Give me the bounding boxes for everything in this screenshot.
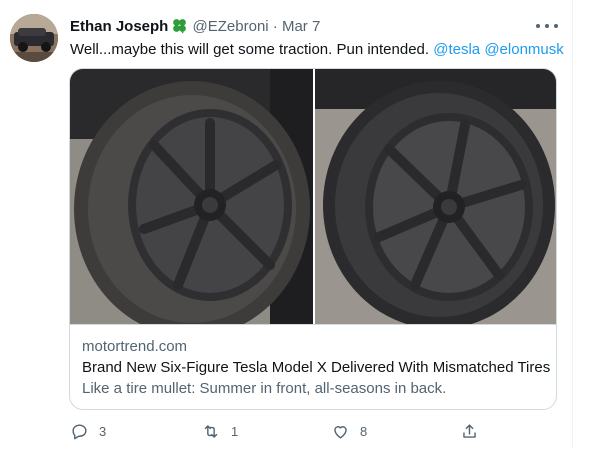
author-handle[interactable]: @EZebroni bbox=[193, 18, 269, 35]
mention-tesla[interactable]: @tesla bbox=[433, 41, 480, 58]
four-leaf-clover-icon bbox=[171, 17, 188, 40]
link-card[interactable]: motortrend.com Brand New Six-Figure Tesl… bbox=[69, 68, 557, 410]
card-image-rear-wheel[interactable] bbox=[315, 69, 556, 324]
like-button[interactable]: 8 bbox=[331, 422, 367, 441]
card-body[interactable]: motortrend.com Brand New Six-Figure Tesl… bbox=[82, 337, 550, 399]
avatar-image bbox=[10, 14, 58, 62]
share-button[interactable] bbox=[460, 422, 479, 441]
tweet-date[interactable]: Mar 7 bbox=[282, 18, 320, 35]
tweet-actions: 3 1 8 bbox=[70, 422, 490, 442]
reply-button[interactable]: 3 bbox=[70, 422, 106, 441]
tweet[interactable]: Ethan Joseph @EZebroni · Mar 7 Well...ma… bbox=[0, 0, 573, 449]
tweet-header: Ethan Joseph @EZebroni · Mar 7 bbox=[70, 17, 320, 40]
retweet-button[interactable]: 1 bbox=[201, 422, 238, 441]
like-icon bbox=[331, 422, 350, 441]
card-title[interactable]: Brand New Six-Figure Tesla Model X Deliv… bbox=[82, 358, 550, 378]
like-count: 8 bbox=[360, 424, 368, 439]
mention-elonmusk[interactable]: @elonmusk bbox=[484, 41, 563, 58]
author-name[interactable]: Ethan Joseph bbox=[70, 18, 168, 35]
reply-icon bbox=[70, 422, 89, 441]
share-icon bbox=[460, 422, 479, 441]
avatar[interactable] bbox=[10, 14, 58, 62]
card-domain: motortrend.com bbox=[82, 338, 188, 355]
retweet-icon bbox=[201, 422, 221, 441]
tweet-text-body: Well...maybe this will get some traction… bbox=[70, 41, 434, 58]
reply-count: 3 bbox=[99, 424, 107, 439]
card-images[interactable] bbox=[70, 69, 556, 325]
card-description: Like a tire mullet: Summer in front, all… bbox=[82, 380, 447, 397]
card-image-front-wheel[interactable] bbox=[70, 69, 313, 324]
tweet-text: Well...maybe this will get some traction… bbox=[70, 40, 564, 60]
separator-dot: · bbox=[272, 18, 278, 35]
retweet-count: 1 bbox=[231, 424, 239, 439]
more-options-icon[interactable] bbox=[536, 16, 558, 36]
